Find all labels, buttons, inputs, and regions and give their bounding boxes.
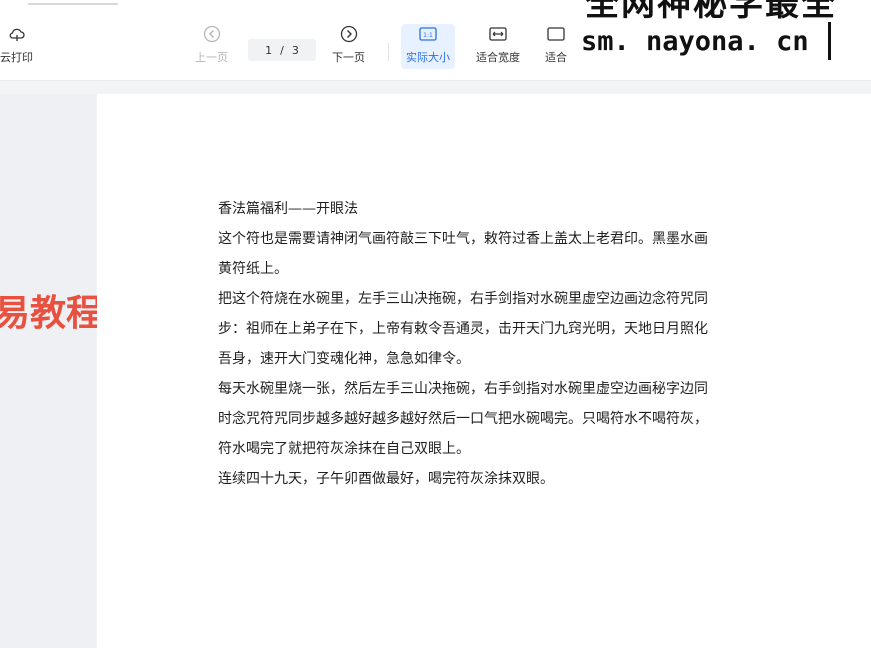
document-line: 这个符也是需要请神闭气画符敲三下吐气，敕符过香上盖太上老君印。黑墨水画 xyxy=(218,231,708,247)
svg-text:1:1: 1:1 xyxy=(423,32,433,39)
thumbnail-sidebar xyxy=(0,94,96,648)
fit-page-icon xyxy=(546,24,566,44)
document-line: 连续四十九天，子午卯酉做最好，喝完符灰涂抹双眼。 xyxy=(218,471,554,487)
document-title: 香法篇福利——开眼法 xyxy=(218,201,358,217)
page-current[interactable]: 1 xyxy=(265,44,272,57)
document-line: 符水喝完了就把符灰涂抹在自己双眼上。 xyxy=(218,441,470,457)
cloud-print-label: 云打印 xyxy=(0,51,33,64)
chevron-left-circle-icon xyxy=(202,24,222,44)
prev-page-label: 上一页 xyxy=(195,51,228,64)
cloud-icon xyxy=(7,24,27,44)
left-watermark-text: 易教程 xyxy=(0,293,103,334)
watermark-url: sm. nayona. cn xyxy=(581,26,809,57)
document-line: 步：祖师在上弟子在下，上帝有敕令吾通灵，击开天门九窍光明，天地日月照化 xyxy=(218,321,708,337)
fit-width-label: 适合宽度 xyxy=(476,51,520,64)
fit-width-button[interactable]: 适合宽度 xyxy=(476,24,520,65)
document-body: 香法篇福利——开眼法 这个符也是需要请神闭气画符敲三下吐气，敕符过香上盖太上老君… xyxy=(218,194,778,494)
page-separator: / xyxy=(280,43,284,57)
next-page-label: 下一页 xyxy=(332,51,365,64)
toolbar-divider xyxy=(388,43,389,61)
actual-size-label: 实际大小 xyxy=(406,51,450,64)
watermark-banner-text: 全网神秘学最全 xyxy=(585,0,837,24)
page-indicator[interactable]: 1 / 3 xyxy=(248,39,316,61)
text-cursor xyxy=(828,22,831,60)
prev-page-button[interactable]: 上一页 xyxy=(195,24,228,65)
chevron-right-circle-icon xyxy=(339,24,359,44)
document-line: 时念咒符咒同步越多越好越多越好然后一口气把水碗喝完。只喝符水不喝符灰， xyxy=(218,411,708,427)
page-total: 3 xyxy=(291,43,299,57)
document-page: 香法篇福利——开眼法 这个符也是需要请神闭气画符敲三下吐气，敕符过香上盖太上老君… xyxy=(97,94,871,648)
document-line: 吾身，速开大门变魂化神，急急如律令。 xyxy=(218,351,470,367)
actual-size-icon: 1:1 xyxy=(418,24,438,44)
actual-size-button[interactable]: 1:1 实际大小 xyxy=(401,24,455,69)
document-line: 把这个符烧在水碗里，左手三山决拖碗，右手剑指对水碗里虚空边画边念符咒同 xyxy=(218,291,708,307)
cloud-print-button[interactable]: 云打印 xyxy=(0,24,33,65)
next-page-button[interactable]: 下一页 xyxy=(332,24,365,65)
fit-page-button[interactable]: 适合 xyxy=(545,24,567,65)
fit-page-label: 适合 xyxy=(545,51,567,64)
document-line: 黄符纸上。 xyxy=(218,261,288,277)
fit-width-icon xyxy=(488,24,508,44)
watermark-overlay: 全网神秘学最全 sm. nayona. cn xyxy=(575,0,871,74)
document-line: 每天水碗里烧一张，然后左手三山决拖碗，右手剑指对水碗里虚空边画秘字边同 xyxy=(218,381,708,397)
title-placeholder xyxy=(28,3,118,5)
